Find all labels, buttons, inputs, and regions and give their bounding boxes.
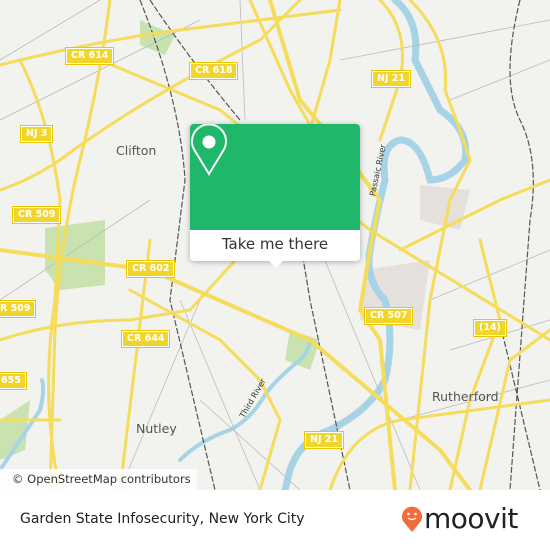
road-shield-cr507: CR 507	[363, 307, 414, 325]
popup-tail	[268, 260, 284, 268]
road-shield-cr509: CR 509	[11, 206, 62, 224]
road	[378, 0, 404, 142]
place-label-nutley: Nutley	[136, 421, 177, 436]
road-shield-655: 655	[0, 372, 27, 390]
location-title: Garden State Infosecurity, New York City	[20, 511, 305, 527]
place-label-clifton: Clifton	[116, 143, 157, 158]
park	[140, 20, 175, 55]
map[interactable]: Clifton Nutley Rutherford CR 614 CR 618 …	[0, 0, 550, 490]
road-shield-cr644: CR 644	[120, 330, 171, 348]
footer: Garden State Infosecurity, New York City…	[0, 490, 550, 550]
road-shield-cr602: CR 602	[125, 260, 176, 278]
road-shield-cr614: CR 614	[64, 47, 115, 65]
moovit-pin-icon	[402, 506, 422, 532]
moovit-logo[interactable]: moovit	[400, 502, 518, 535]
railway	[149, 0, 241, 121]
road-shield-nj21: NJ 21	[370, 70, 412, 88]
take-me-there-button[interactable]: Take me there	[190, 230, 360, 261]
moovit-wordmark: moovit	[424, 502, 518, 535]
map-attribution: © OpenStreetMap contributors	[0, 469, 197, 490]
park	[45, 220, 105, 290]
road-shield-14: (14)	[473, 319, 507, 337]
attribution-text: © OpenStreetMap contributors	[12, 472, 191, 486]
popup-header	[190, 124, 360, 230]
road-shield-nj3: NJ 3	[19, 125, 54, 143]
railway	[479, 0, 541, 490]
road	[478, 328, 550, 490]
road-shield-cr618: CR 618	[188, 62, 239, 80]
road	[448, 238, 502, 490]
road-shield-nj21: NJ 21	[303, 431, 345, 449]
place-label-rutherford: Rutherford	[432, 389, 499, 404]
road	[118, 238, 152, 490]
road-shield-cr509: CR 509	[0, 300, 37, 318]
location-pin-icon	[191, 124, 227, 176]
destination-popup: Take me there	[190, 124, 360, 268]
